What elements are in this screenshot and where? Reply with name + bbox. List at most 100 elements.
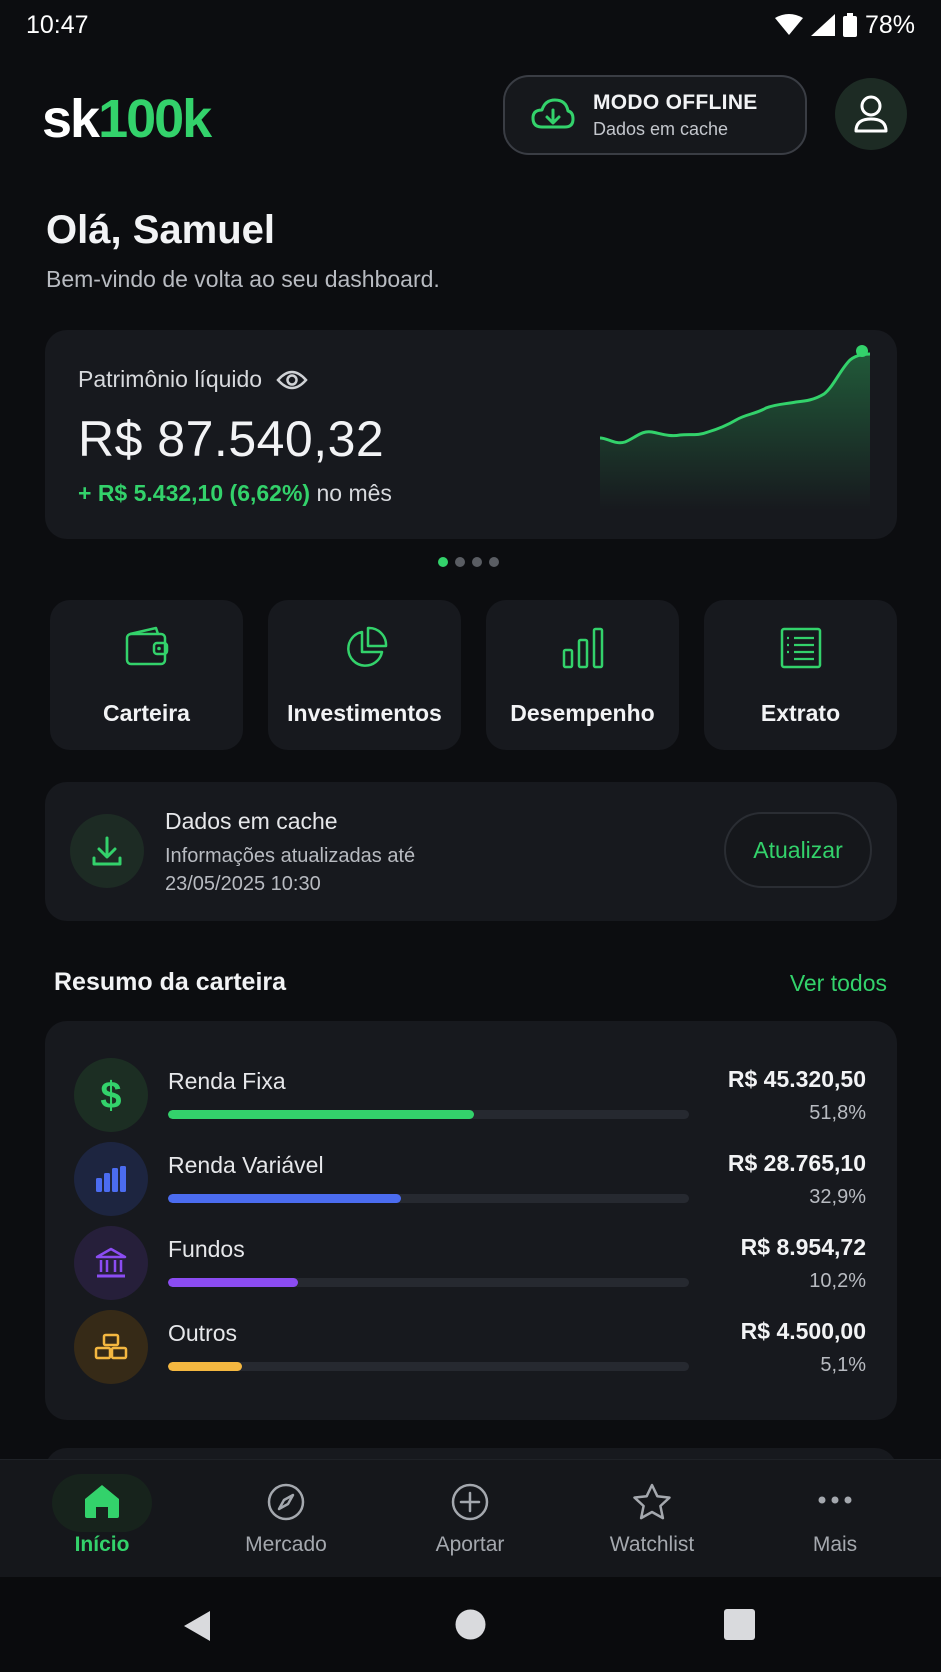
offline-subtitle: Dados em cache <box>593 118 729 139</box>
cache-status-card: Dados em cache Informações atualizadas a… <box>45 782 897 921</box>
cache-icon-badge <box>70 814 144 888</box>
offline-mode-indicator[interactable]: MODO OFFLINE Dados em cache <box>503 75 807 155</box>
status-bar: 10:47 78% <box>0 0 941 50</box>
portfolio-item-value: R$ 8.954,72 <box>740 1234 866 1260</box>
allocation-bar <box>168 1194 689 1203</box>
carousel-indicator[interactable] <box>438 557 499 567</box>
greeting-title: Olá, Samuel <box>46 208 275 252</box>
nav-market[interactable]: Mercado <box>192 1460 380 1578</box>
see-all-link[interactable]: Ver todos <box>790 970 887 997</box>
greeting-subtitle: Bem-vindo de volta ao seu dashboard. <box>46 266 440 292</box>
eye-icon[interactable] <box>276 369 308 391</box>
profile-button[interactable] <box>835 78 907 150</box>
battery-icon <box>842 13 857 37</box>
update-button[interactable]: Atualizar <box>724 812 872 888</box>
portfolio-row-funds[interactable]: Fundos R$ 8.954,72 10,2% <box>45 1218 897 1302</box>
portfolio-row-fixed-income[interactable]: $ Renda Fixa R$ 45.320,50 51,8% <box>45 1050 897 1134</box>
portfolio-item-percent: 10,2% <box>809 1270 866 1292</box>
nav-label: Mais <box>812 1533 858 1556</box>
quick-action-label: Carteira <box>103 700 190 726</box>
signal-icon <box>810 14 835 36</box>
plus-circle-icon <box>451 1483 489 1521</box>
allocation-bar-fill <box>168 1194 401 1203</box>
allocation-bar <box>168 1362 689 1371</box>
portfolio-item-value: R$ 45.320,50 <box>727 1066 866 1092</box>
nav-more[interactable]: Mais <box>741 1460 929 1578</box>
pie-chart-icon <box>346 626 387 667</box>
quick-action-label: Investimentos <box>287 700 442 726</box>
net-worth-value: R$ 87.540,32 <box>78 411 385 467</box>
offline-title: MODO OFFLINE <box>593 90 758 114</box>
logo-text-white: sk <box>42 89 100 149</box>
download-icon <box>92 836 122 866</box>
allocation-bar <box>168 1278 689 1287</box>
quick-action-label: Desempenho <box>510 700 655 726</box>
carousel-dot[interactable] <box>489 557 499 567</box>
net-worth-label-row: Patrimônio líquido <box>78 366 308 393</box>
portfolio-item-percent: 32,9% <box>809 1186 866 1208</box>
carousel-dot[interactable] <box>472 557 482 567</box>
back-icon[interactable] <box>182 1609 212 1643</box>
bar-chart-icon <box>562 627 603 669</box>
nav-label: Mercado <box>245 1533 327 1556</box>
portfolio-item-percent: 5,1% <box>820 1354 866 1376</box>
svg-text:$: $ <box>100 1075 121 1115</box>
sparkline-endpoint-dot <box>856 345 868 357</box>
wallet-icon <box>125 626 168 666</box>
carousel-dot[interactable] <box>455 557 465 567</box>
cache-title: Dados em cache <box>165 808 338 834</box>
wifi-icon <box>774 14 803 35</box>
cloud-download-icon <box>531 98 575 129</box>
portfolio-section-title: Resumo da carteira <box>54 968 287 996</box>
logo-text-green: 100k <box>98 89 212 149</box>
nav-home[interactable]: Início <box>8 1460 196 1578</box>
portfolio-item-name: Fundos <box>168 1236 245 1262</box>
app-header: sk100k MODO OFFLINE Dados em cache <box>0 70 941 160</box>
nav-label: Watchlist <box>609 1533 695 1556</box>
quick-action-performance[interactable]: Desempenho <box>486 600 679 750</box>
quick-action-statement[interactable]: Extrato <box>704 600 897 750</box>
status-icons: 78% <box>774 10 915 40</box>
allocation-bar-fill <box>168 1362 242 1371</box>
quick-action-wallet[interactable]: Carteira <box>50 600 243 750</box>
allocation-bar <box>168 1110 689 1119</box>
home-icon <box>85 1485 119 1518</box>
portfolio-item-name: Outros <box>168 1320 238 1346</box>
net-worth-label: Patrimônio líquido <box>78 366 263 392</box>
status-time: 10:47 <box>26 10 89 39</box>
portfolio-item-name: Renda Variável <box>168 1152 324 1178</box>
more-icon <box>818 1496 852 1504</box>
app-logo[interactable]: sk100k <box>42 88 212 150</box>
home-circle-icon[interactable] <box>455 1609 486 1640</box>
net-worth-sparkline <box>599 352 870 510</box>
carousel-dot[interactable] <box>438 557 448 567</box>
allocation-bar-fill <box>168 1110 475 1119</box>
nav-watchlist[interactable]: Watchlist <box>558 1460 746 1578</box>
portfolio-item-percent: 51,8% <box>809 1102 866 1124</box>
portfolio-item-name: Renda Fixa <box>168 1068 286 1094</box>
system-navigation-bar <box>0 1577 941 1672</box>
portfolio-row-others[interactable]: Outros R$ 4.500,00 5,1% <box>45 1302 897 1386</box>
cache-subtitle: Informações atualizadas até 23/05/2025 1… <box>165 845 416 895</box>
dollar-icon: $ <box>100 1075 121 1115</box>
compass-icon <box>267 1483 305 1521</box>
quick-action-investments[interactable]: Investimentos <box>268 600 461 750</box>
recents-icon[interactable] <box>724 1609 755 1640</box>
gold-bars-icon <box>94 1333 128 1360</box>
allocation-bar-fill <box>168 1278 298 1287</box>
nav-label: Início <box>74 1533 130 1556</box>
portfolio-summary-card: $ Renda Fixa R$ 45.320,50 51,8% Renda Va… <box>45 1021 897 1420</box>
net-worth-card[interactable]: Patrimônio líquido R$ 87.540,32 + R$ 5.4… <box>45 330 897 539</box>
nav-contribute[interactable]: Aportar <box>376 1460 564 1578</box>
net-worth-change-amount: + R$ 5.432,10 (6,62%) <box>78 480 311 506</box>
portfolio-item-value: R$ 4.500,00 <box>740 1318 866 1344</box>
net-worth-change-period: no mês <box>316 480 392 506</box>
portfolio-icon-badge <box>74 1142 148 1216</box>
portfolio-icon-badge: $ <box>74 1058 148 1132</box>
user-icon <box>854 95 888 133</box>
star-icon <box>633 1483 671 1520</box>
bank-icon <box>95 1247 127 1278</box>
battery-level: 78% <box>864 10 915 39</box>
portfolio-row-variable-income[interactable]: Renda Variável R$ 28.765,10 32,9% <box>45 1134 897 1218</box>
portfolio-item-value: R$ 28.765,10 <box>727 1150 866 1176</box>
